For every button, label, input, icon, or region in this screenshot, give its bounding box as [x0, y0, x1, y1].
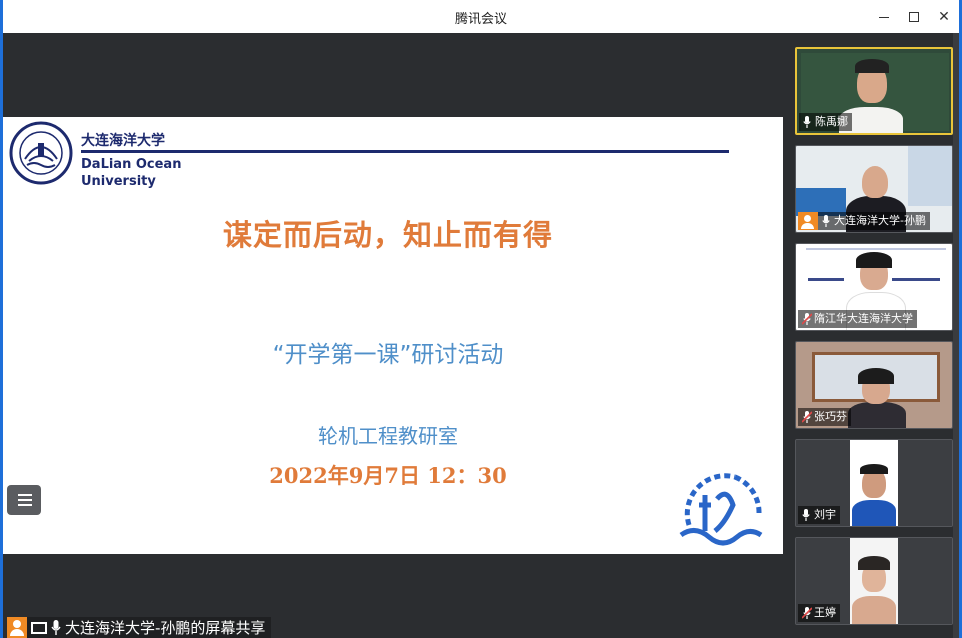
- screen-share-icon: [31, 621, 47, 634]
- user-icon: [7, 617, 27, 638]
- screen-share-area[interactable]: 大连海洋大学 DaLian Ocean University 谋定而后动，知止而…: [3, 33, 783, 638]
- participant-name-tag: 隋江华大连海洋大学: [798, 310, 917, 328]
- screen-share-caption-text: 大连海洋大学-孙鹏的屏幕共享: [65, 619, 266, 637]
- microphone-icon: [802, 509, 810, 521]
- microphone-muted-icon: [802, 411, 812, 423]
- slide-slogan: 谋定而后动，知止而有得: [222, 218, 553, 252]
- host-badge-icon: [798, 212, 818, 230]
- university-name-en-line1: DaLian Ocean: [81, 157, 182, 172]
- maximize-button[interactable]: [903, 6, 925, 28]
- microphone-icon: [51, 620, 61, 635]
- slide-datetime: 2022年9月7日 12：30: [269, 463, 507, 488]
- slide-event-title: “开学第一课”研讨活动: [272, 342, 504, 368]
- participant-tile[interactable]: 陈禹娜: [795, 47, 953, 135]
- university-seal-logo: [9, 121, 73, 185]
- minimize-icon: [879, 17, 889, 18]
- participant-name-tag: 陈禹娜: [799, 113, 852, 131]
- participant-tile[interactable]: 张巧芬: [795, 341, 953, 429]
- university-name-cn: 大连海洋大学: [81, 133, 165, 149]
- participant-tile[interactable]: 王婷: [795, 537, 953, 625]
- participant-tile[interactable]: 刘宇: [795, 439, 953, 527]
- minimize-button[interactable]: [873, 6, 895, 28]
- microphone-muted-icon: [802, 607, 812, 619]
- close-button[interactable]: ✕: [933, 6, 955, 28]
- college-emblem-logo: [679, 473, 763, 546]
- slide-department: 轮机工程教研室: [318, 424, 458, 448]
- participant-name-tag: 大连海洋大学-孙鹏: [798, 212, 930, 230]
- participant-tile[interactable]: 隋江华大连海洋大学: [795, 243, 953, 331]
- header-divider: [81, 150, 729, 153]
- participant-list-toggle-button[interactable]: [7, 485, 41, 515]
- participant-name-tag: 刘宇: [798, 506, 840, 524]
- microphone-icon: [803, 116, 811, 128]
- screen-share-caption: 大连海洋大学-孙鹏的屏幕共享: [7, 617, 272, 638]
- window-title: 腾讯会议: [454, 12, 507, 27]
- university-name-en-line2: University: [81, 174, 156, 189]
- close-icon: ✕: [938, 9, 950, 25]
- maximize-icon: [909, 12, 919, 22]
- sidebar-scrollbar[interactable]: [953, 33, 959, 638]
- title-bar[interactable]: 腾讯会议 ✕: [3, 0, 959, 33]
- shared-slide: 大连海洋大学 DaLian Ocean University 谋定而后动，知止而…: [3, 117, 783, 554]
- participant-name-tag: 张巧芬: [798, 408, 851, 426]
- list-icon: [18, 494, 32, 496]
- participant-tile[interactable]: 大连海洋大学-孙鹏: [795, 145, 953, 233]
- meeting-window: 腾讯会议 ✕ 大连海洋大学 DaLian Ocean University 谋定…: [0, 0, 962, 638]
- microphone-muted-icon: [802, 313, 812, 325]
- microphone-icon: [822, 215, 830, 227]
- participant-name-tag: 王婷: [798, 604, 840, 622]
- participant-video-sidebar: 陈禹娜 大连海洋大学-孙鹏 隋江华大连海洋大学 张巧芬 刘宇 王婷: [787, 33, 959, 638]
